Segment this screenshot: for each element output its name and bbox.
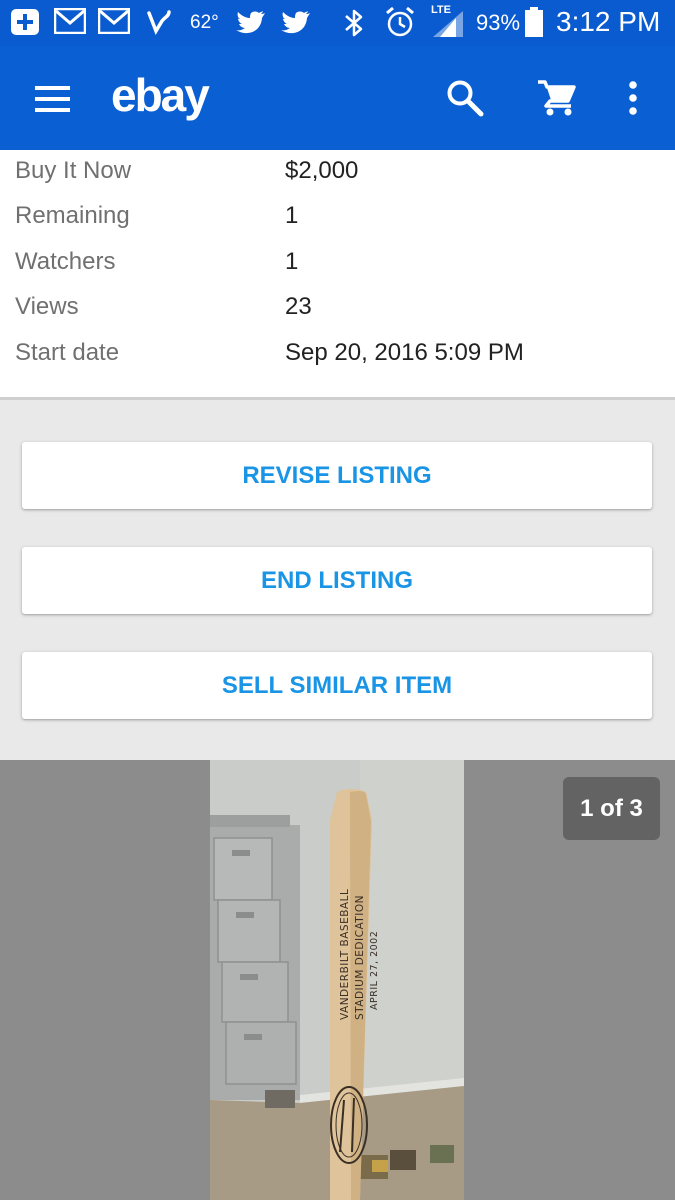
- detail-label: Watchers: [15, 248, 116, 275]
- detail-row-views: Views 23: [0, 286, 675, 332]
- detail-label: Start date: [15, 339, 120, 366]
- detail-value: 23: [285, 293, 312, 320]
- twitter-icon: [236, 11, 265, 34]
- end-listing-button[interactable]: END LISTING: [22, 547, 652, 614]
- detail-row-start-date: Start date Sep 20, 2016 5:09 PM: [0, 332, 675, 378]
- more-icon[interactable]: [626, 80, 640, 116]
- bat-text-line-3: APRIL 27, 2002: [369, 931, 380, 1010]
- search-icon[interactable]: [446, 79, 484, 117]
- detail-value: 1: [285, 248, 299, 275]
- battery-icon: [525, 7, 543, 37]
- listing-details: Buy It Now $2,000 Remaining 1 Watchers 1…: [0, 150, 675, 400]
- detail-value: Sep 20, 2016 5:09 PM: [285, 339, 524, 366]
- detail-row-buy-it-now: Buy It Now $2,000: [0, 150, 675, 196]
- ebay-logo[interactable]: ebay: [111, 68, 210, 122]
- clock: 3:12 PM: [556, 6, 661, 37]
- bluetooth-icon: [345, 9, 363, 37]
- cart-icon[interactable]: [537, 79, 577, 117]
- status-bar: 62° LTE 93% 3:12 PM: [0, 0, 675, 46]
- detail-label: Buy It Now: [15, 157, 132, 184]
- gmail-icon: [98, 8, 130, 34]
- menu-icon[interactable]: [35, 86, 71, 112]
- app-bar: ebay: [0, 46, 675, 150]
- signal-icon: [433, 11, 463, 37]
- bat-text-line-1: VANDERBILT BASEBALL: [339, 889, 351, 1020]
- twitter-icon: [281, 11, 310, 34]
- bat-text-line-2: STADIUM DEDICATION: [354, 895, 366, 1020]
- revise-listing-button[interactable]: REVISE LISTING: [22, 442, 652, 509]
- detail-row-watchers: Watchers 1: [0, 241, 675, 287]
- photo-gallery[interactable]: VANDERBILT BASEBALL STADIUM DEDICATION A…: [0, 760, 675, 1200]
- vine-icon: [147, 10, 171, 35]
- detail-label: Remaining: [15, 202, 130, 229]
- detail-label: Views: [15, 293, 79, 320]
- battery-percent: 93%: [476, 10, 521, 35]
- detail-row-remaining: Remaining 1: [0, 195, 675, 241]
- sell-similar-item-button[interactable]: SELL SIMILAR ITEM: [22, 652, 652, 719]
- temperature: 62°: [190, 12, 219, 33]
- photo-counter: 1 of 3: [563, 777, 660, 840]
- detail-value: 1: [285, 202, 299, 229]
- detail-value: $2,000: [285, 157, 359, 184]
- item-photo[interactable]: VANDERBILT BASEBALL STADIUM DEDICATION A…: [210, 760, 464, 1200]
- gmail-icon: [54, 8, 86, 34]
- alarm-icon: [386, 6, 414, 37]
- add-icon: [11, 9, 39, 35]
